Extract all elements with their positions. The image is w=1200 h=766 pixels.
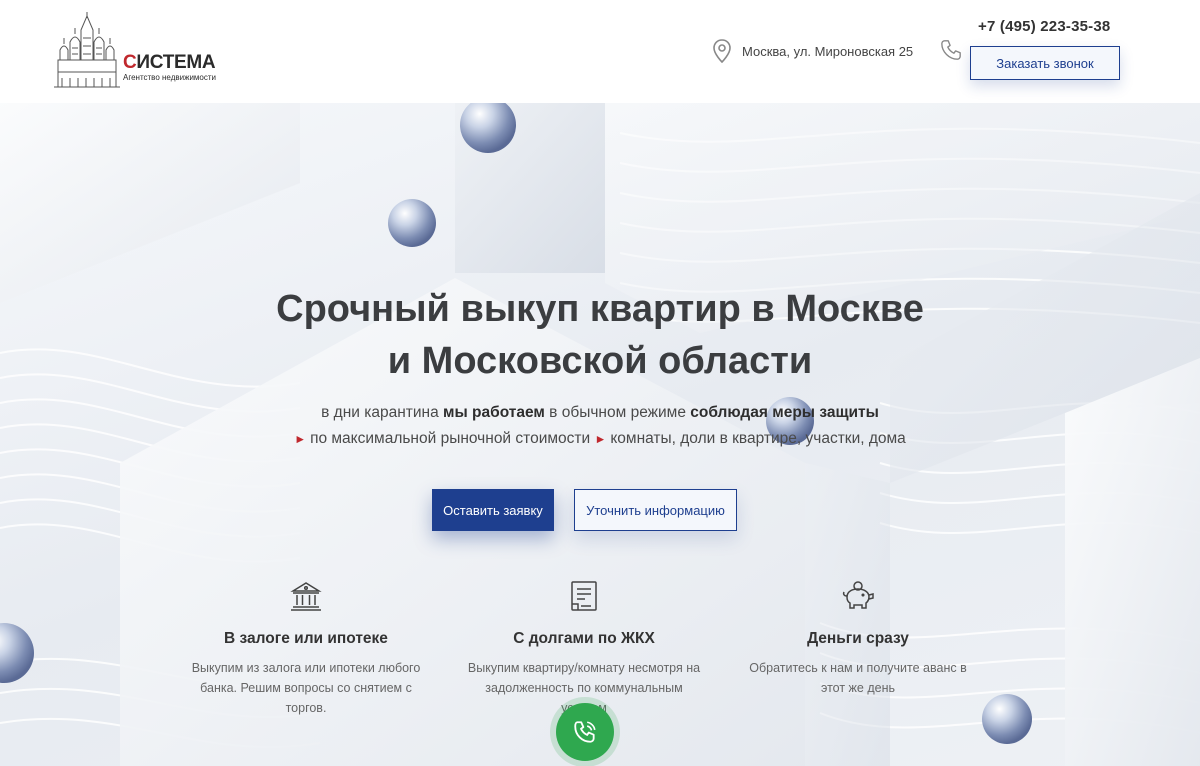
hero-subtitle: в дни карантина мы работаем в обычном ре… [0, 400, 1200, 452]
feature-text: Выкупим из залога или ипотеки любого бан… [191, 661, 421, 715]
document-icon [571, 581, 597, 611]
feature-money: Деньги сразу Обратитесь к нам и получите… [728, 578, 988, 698]
hero-title: Срочный выкуп квартир в Москве и Московс… [0, 283, 1200, 387]
site-header: СИСТЕМА Агентство недвижимости Москва, у… [0, 0, 1200, 103]
logo[interactable]: СИСТЕМА Агентство недвижимости [52, 12, 222, 90]
callback-button[interactable]: Заказать звонок [970, 46, 1120, 80]
hero-title-line-2: и Московской области [387, 340, 813, 382]
feature-title: С долгами по ЖКХ [513, 630, 655, 647]
subtitle-line-1: в дни карантина мы работаем в обычном ре… [321, 404, 879, 421]
feature-mortgage: В залоге или ипотеке Выкупим из залога и… [176, 578, 436, 718]
feature-debts: С долгами по ЖКХ Выкупим квартиру/комнат… [454, 578, 714, 718]
phone-number[interactable]: +7 (495) 223-35-38 [978, 18, 1110, 35]
triangle-bullet-icon: ► [294, 432, 307, 446]
call-widget-button[interactable] [556, 703, 614, 761]
hero-title-line-1: Срочный выкуп квартир в Москве [276, 288, 924, 330]
piggy-bank-icon [842, 581, 874, 609]
logo-name: СИСТЕМА [123, 52, 216, 73]
address: Москва, ул. Мироновская 25 [712, 38, 913, 64]
triangle-bullet-icon: ► [594, 432, 607, 446]
feature-title: В залоге или ипотеке [224, 630, 388, 647]
map-pin-icon [713, 39, 731, 63]
address-text: Москва, ул. Мироновская 25 [742, 43, 914, 59]
bank-icon [290, 582, 322, 611]
subtitle-line-2: ► по максимальной рыночной стоимости ► ком… [294, 430, 906, 447]
feature-text: Обратитесь к нам и получите аванс в этот… [749, 661, 967, 695]
phone-call-icon [574, 721, 596, 743]
leave-request-button[interactable]: Оставить заявку [432, 489, 554, 531]
logo-tagline: Агентство недвижимости [123, 73, 216, 82]
phone-icon [941, 40, 961, 60]
feature-title: Деньги сразу [807, 630, 909, 647]
hero-section: Срочный выкуп квартир в Москве и Московс… [0, 103, 1200, 766]
get-info-button[interactable]: Уточнить информацию [574, 489, 737, 531]
cathedral-logo-icon [54, 12, 120, 88]
